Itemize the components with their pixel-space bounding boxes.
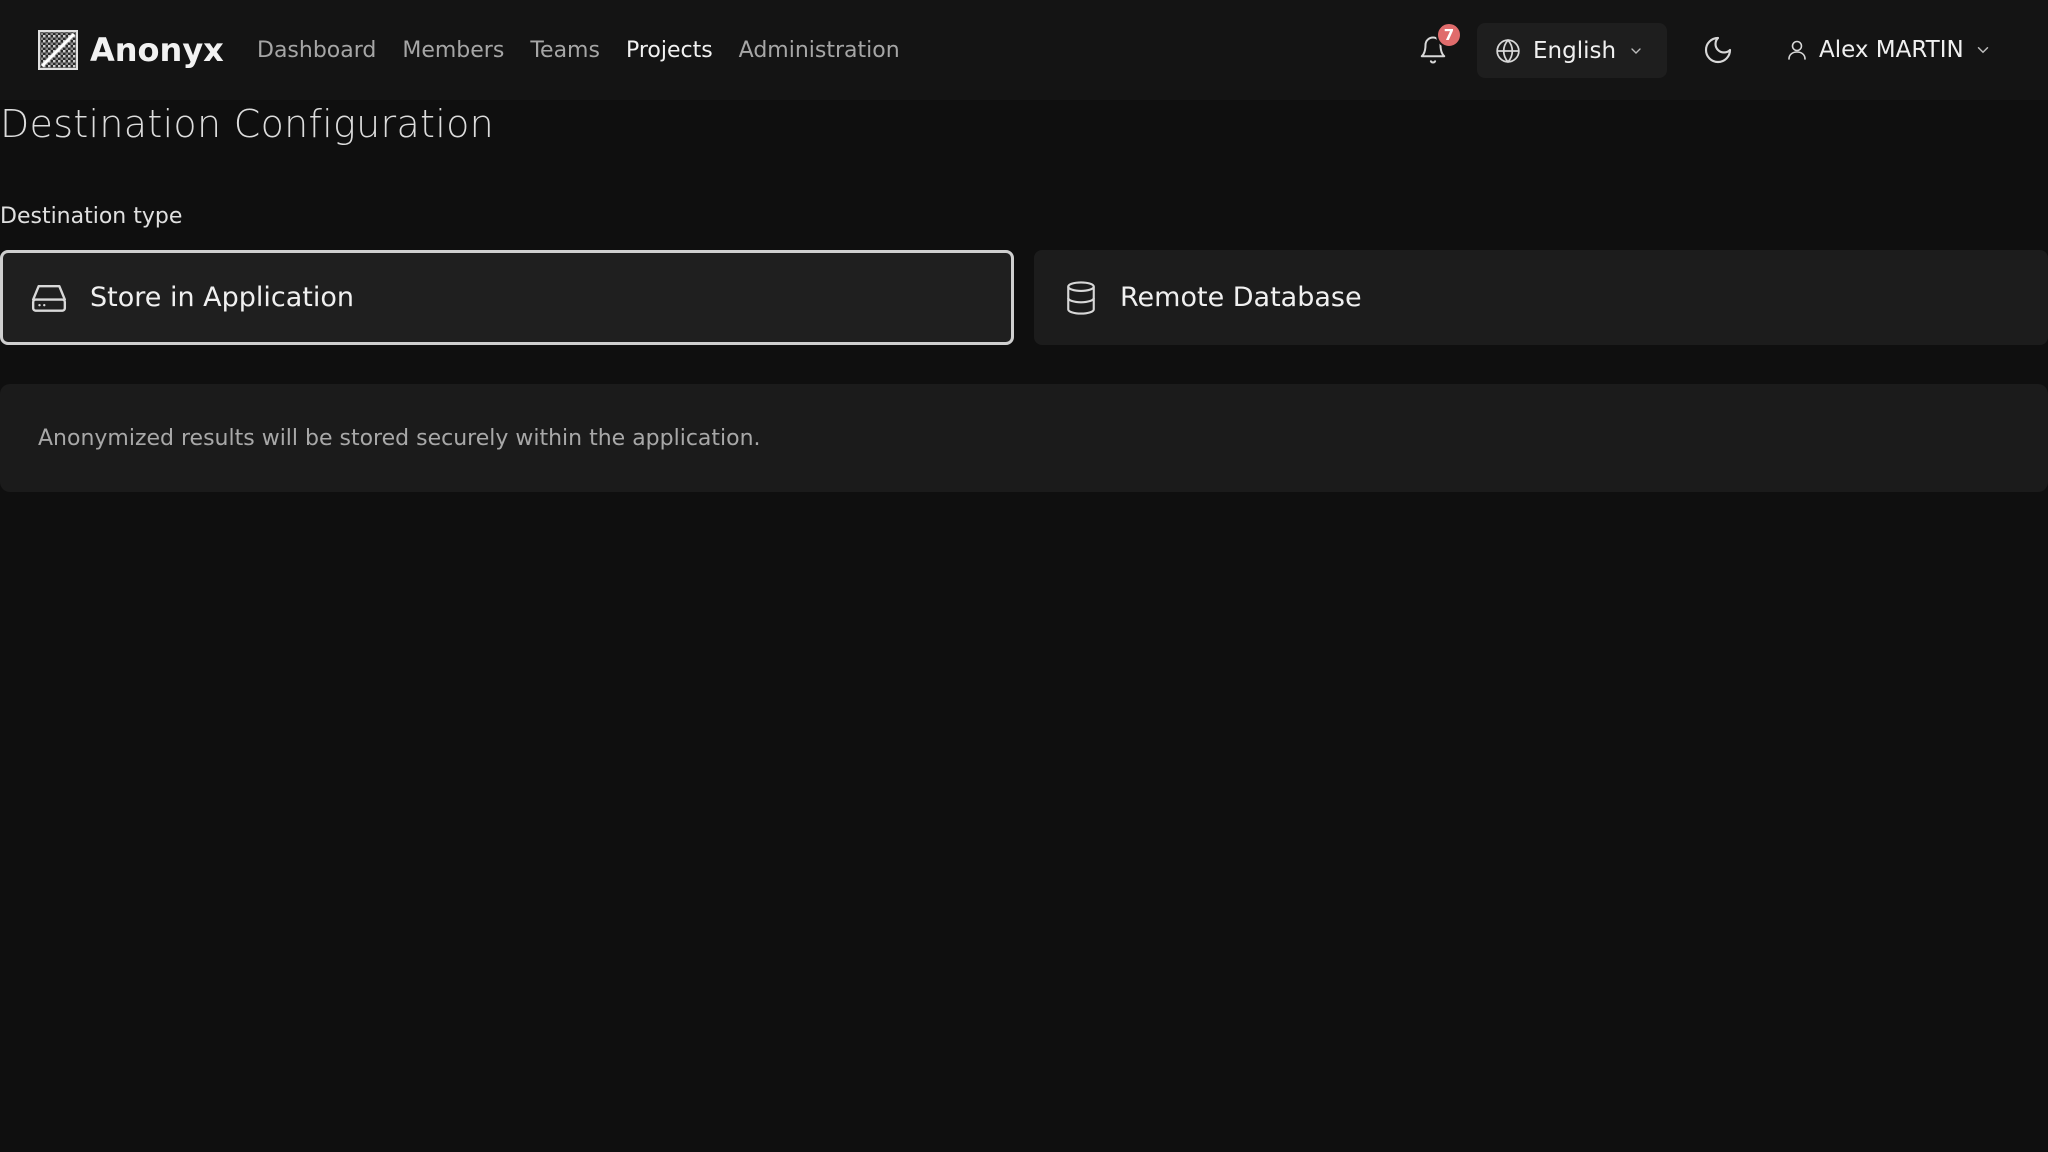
language-selector[interactable]: English [1477, 23, 1667, 78]
chevron-down-icon [1977, 47, 1988, 54]
chevron-down-icon [1631, 47, 1641, 54]
nav-dashboard[interactable]: Dashboard [257, 38, 376, 63]
language-label: English [1533, 37, 1617, 64]
main-nav: Dashboard Members Teams Projects Adminis… [257, 34, 900, 66]
theme-toggle-button[interactable] [1702, 34, 1736, 68]
hard-drive-icon [31, 284, 67, 312]
brand[interactable]: Anonyx [38, 30, 224, 70]
nav-projects[interactable]: Projects [626, 38, 713, 63]
nav-members[interactable]: Members [402, 38, 504, 63]
destination-info-panel: Anonymized results will be stored secure… [0, 384, 2048, 492]
option-remote-database[interactable]: Remote Database [1034, 250, 2048, 345]
moon-icon [1704, 36, 1732, 64]
destination-type-label: Destination type [0, 204, 183, 229]
app-logo-icon [38, 30, 78, 70]
globe-icon [1496, 38, 1520, 63]
user-icon [1788, 40, 1806, 60]
option-store-in-application[interactable]: Store in Application [0, 250, 1014, 345]
user-menu-button[interactable]: Alex MARTIN [1785, 30, 1992, 70]
app-name: Anonyx [90, 31, 224, 69]
destination-info-text: Anonymized results will be stored secure… [38, 425, 761, 451]
nav-teams[interactable]: Teams [530, 38, 600, 63]
database-icon [1067, 280, 1095, 315]
nav-administration[interactable]: Administration [739, 38, 900, 63]
option-label: Remote Database [1120, 282, 1362, 313]
page-title: Destination Configuration [0, 102, 495, 146]
notification-count-badge: 7 [1436, 22, 1462, 48]
user-name: Alex MARTIN [1819, 37, 1964, 63]
top-navbar: Anonyx Dashboard Members Teams Projects … [0, 0, 2048, 100]
option-label: Store in Application [90, 282, 355, 313]
